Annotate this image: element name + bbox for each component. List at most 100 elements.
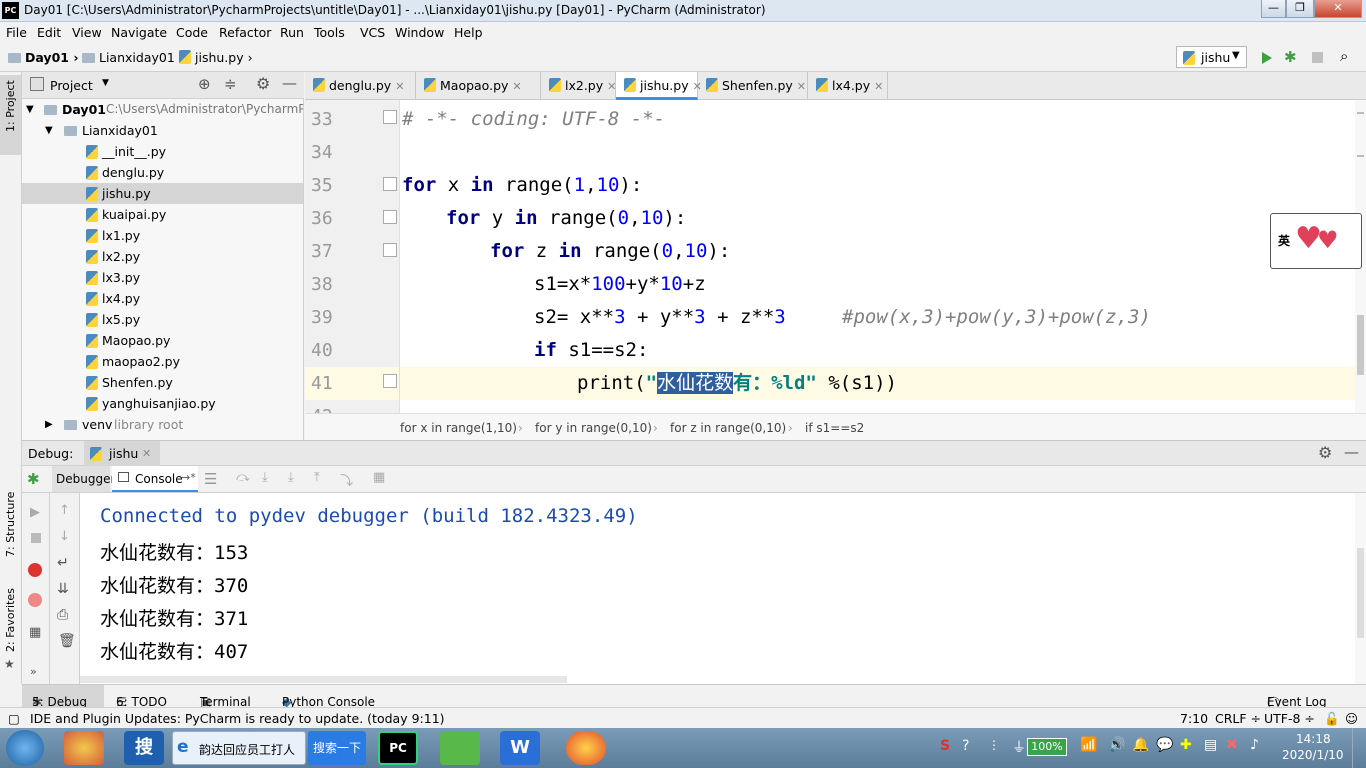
tree-file[interactable]: kuaipai.py [22, 204, 303, 225]
tree-file[interactable]: __init__.py [22, 141, 303, 162]
wechat-icon[interactable] [440, 731, 480, 765]
close-icon[interactable]: ✕ [512, 80, 521, 93]
tree-file[interactable]: lx1.py [22, 225, 303, 246]
breadcrumb-file[interactable]: jishu.py › [179, 50, 253, 65]
trash-icon[interactable]: 🗑 [58, 633, 76, 649]
tab-lx4[interactable]: lx4.py ✕ [808, 72, 888, 100]
tree-file[interactable]: lx3.py [22, 267, 303, 288]
fold-icon[interactable] [383, 177, 397, 191]
run-config-select[interactable]: jishu ▼ [1176, 46, 1247, 68]
locate-icon[interactable]: ⊕ [198, 75, 211, 93]
minimize-button[interactable]: — [1261, 0, 1286, 18]
structure-tool-label[interactable]: 7: Structure [4, 492, 17, 557]
soft-wrap-icon[interactable]: ↵ [57, 555, 69, 571]
lock-icon[interactable]: 🔓 [1324, 711, 1340, 727]
debug-bug-icon[interactable]: ✱ [1284, 48, 1297, 66]
menu-tools[interactable]: Tools [314, 25, 345, 40]
firefox-icon[interactable] [566, 731, 606, 765]
inspector-icon[interactable]: ☺ [1345, 711, 1358, 726]
tab-shenfen[interactable]: Shenfen.py ✕ [698, 72, 808, 100]
collapse-all-icon[interactable]: ≑ [224, 75, 237, 93]
gear-icon[interactable]: ⚙ [256, 74, 270, 93]
fold-icon[interactable] [383, 110, 397, 124]
step-into-icon[interactable]: ⤓ [262, 470, 268, 485]
code-crumb[interactable]: if s1==s2 [805, 421, 864, 435]
print-icon[interactable]: ⎙ [57, 607, 68, 623]
tab-denglu[interactable]: denglu.py ✕ [305, 72, 416, 100]
close-icon[interactable]: ✕ [142, 447, 151, 460]
resume-icon[interactable]: ▶ [30, 505, 40, 520]
tree-file[interactable]: maopao2.py [22, 351, 303, 372]
file-encoding[interactable]: UTF-8 ÷ [1264, 711, 1315, 726]
pin-icon[interactable]: →* [181, 471, 196, 484]
fold-icon[interactable] [383, 243, 397, 257]
network-off-icon[interactable]: ✖ [1226, 737, 1238, 753]
close-button[interactable]: ✕ [1314, 0, 1362, 18]
start-button[interactable] [6, 730, 44, 766]
more-icon[interactable]: » [30, 665, 37, 678]
hide-panel-icon[interactable]: — [1344, 443, 1359, 461]
colorful-app-icon[interactable] [64, 731, 104, 765]
menu-code[interactable]: Code [176, 25, 208, 40]
menu-refactor[interactable]: Refactor [219, 25, 271, 40]
scroll-thumb[interactable] [1357, 548, 1364, 638]
wechat-tray-icon[interactable]: 💬 [1156, 737, 1173, 753]
menu-run[interactable]: Run [280, 25, 304, 40]
tab-lx2[interactable]: lx2.py ✕ [541, 72, 616, 100]
tree-file[interactable]: lx4.py [22, 288, 303, 309]
wps-icon[interactable]: W [500, 731, 540, 765]
clock-date[interactable]: 2020/1/10 [1282, 748, 1344, 762]
status-message[interactable]: IDE and Plugin Updates: PyCharm is ready… [30, 711, 445, 726]
clock-time[interactable]: 14:18 [1296, 732, 1331, 746]
tree-file[interactable]: lx5.py [22, 309, 303, 330]
close-icon[interactable]: ✕ [395, 80, 404, 93]
pycharm-task-icon[interactable]: PC [378, 731, 418, 765]
chevron-right-icon[interactable]: ▶ [45, 414, 53, 435]
ime-widget[interactable]: 英 ♥ ♥ [1270, 213, 1362, 269]
tree-file-selected[interactable]: jishu.py [22, 183, 303, 204]
mute-breakpoints-icon[interactable] [28, 593, 42, 607]
fold-icon[interactable] [383, 210, 397, 224]
ie-task-item[interactable]: e 韵达回应员工打人 [172, 731, 306, 765]
tree-venv[interactable]: ▶ venv library root [22, 414, 303, 435]
close-icon[interactable]: ✕ [797, 80, 806, 93]
scroll-thumb[interactable] [1357, 315, 1364, 375]
menu-help[interactable]: Help [454, 25, 483, 40]
tree-file[interactable]: lx2.py [22, 246, 303, 267]
stop-icon[interactable] [1312, 52, 1323, 63]
menu-edit[interactable]: Edit [37, 25, 61, 40]
code-crumb[interactable]: for x in range(1,10) [400, 421, 517, 435]
scroll-to-end-icon[interactable]: ⇊ [57, 581, 69, 597]
tree-file[interactable]: denglu.py [22, 162, 303, 183]
arrow-up-icon[interactable]: ↑ [59, 503, 70, 518]
tray-expand-icon[interactable]: ⋮ [988, 738, 1000, 752]
chevron-down-icon[interactable]: ▼ [102, 78, 109, 88]
tree-file[interactable]: yanghuisanjiao.py [22, 393, 303, 414]
rerun-debug-icon[interactable]: ✱ [27, 470, 40, 488]
step-over-icon[interactable]: ⤼ [236, 470, 250, 485]
menu-vcs[interactable]: VCS [360, 25, 385, 40]
bell-icon[interactable]: 🔔 [1132, 737, 1149, 753]
search-icon[interactable]: ⌕ [1340, 47, 1348, 65]
tray-volume-icon[interactable]: ♪ [1250, 737, 1259, 753]
fold-icon[interactable] [383, 374, 397, 388]
code-editor[interactable]: # -*- coding: UTF-8 -*- for x in range(1… [400, 100, 1355, 413]
tree-root[interactable]: ▼ Day01 C:\Users\Administrator\PycharmPr [22, 99, 303, 120]
gear-icon[interactable]: ⚙ [1318, 443, 1332, 462]
tree-folder[interactable]: ▼ Lianxiday01 [22, 120, 303, 141]
breakpoints-icon[interactable] [28, 563, 42, 577]
wifi-icon[interactable]: 📶 [1080, 737, 1097, 753]
pause-stop-icon[interactable] [31, 533, 41, 543]
cursor-position[interactable]: 7:10 [1180, 711, 1208, 726]
hide-panel-icon[interactable]: — [282, 74, 297, 92]
code-crumb[interactable]: for z in range(0,10) [670, 421, 786, 435]
breadcrumb-folder[interactable]: Lianxiday01 › [82, 50, 184, 65]
horizontal-scrollbar[interactable] [80, 676, 567, 683]
console-output[interactable]: Connected to pydev debugger (build 182.4… [80, 493, 1355, 684]
close-icon[interactable]: ✕ [607, 80, 616, 93]
favorites-tool-label[interactable]: 2: Favorites [4, 588, 17, 652]
search-button[interactable]: 搜索一下 [308, 731, 366, 765]
show-desktop-button[interactable] [1352, 728, 1366, 768]
device-tray-icon[interactable]: ▤ [1204, 737, 1217, 753]
breadcrumb-project[interactable]: Day01 › [8, 50, 79, 65]
